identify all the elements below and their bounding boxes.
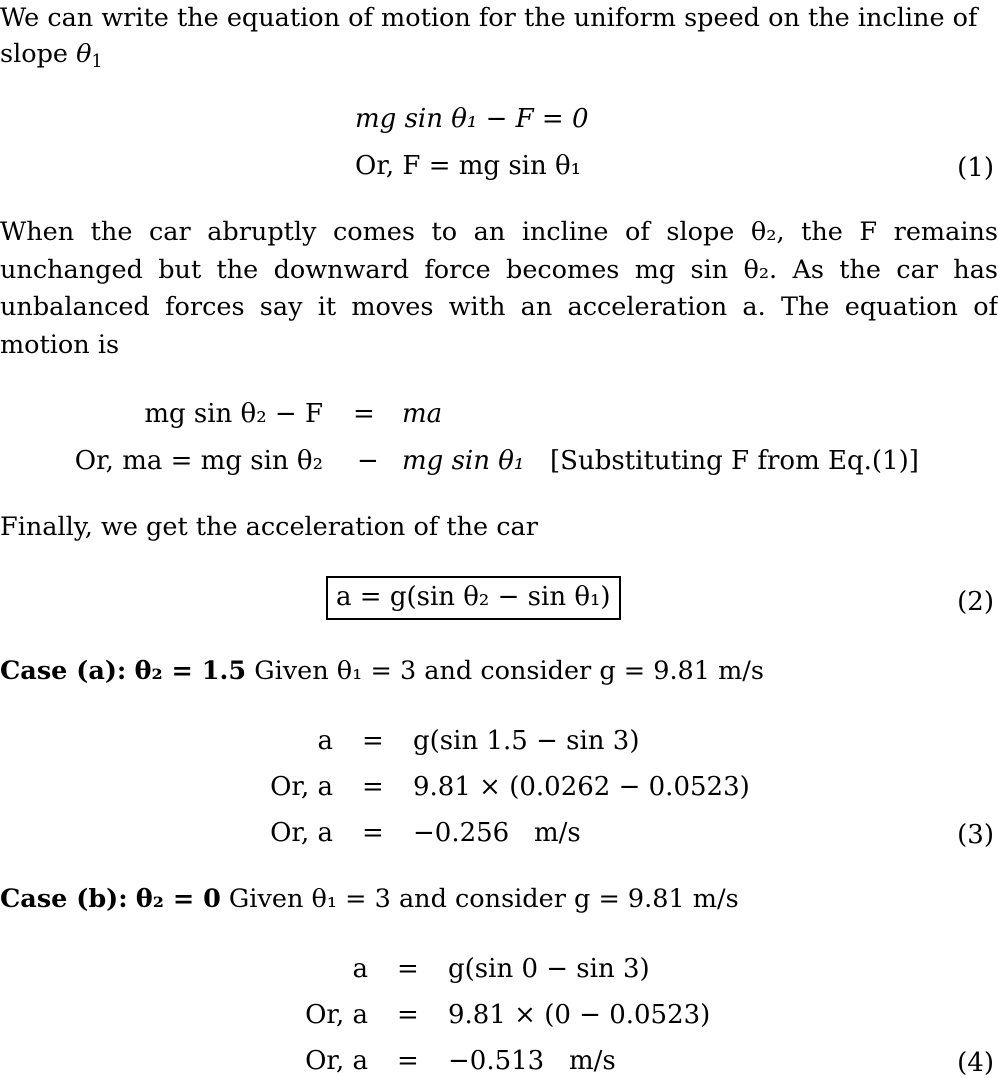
case-a-row-1-rel: = — [362, 726, 384, 756]
eq1-row-2: Or, F = mg sin θ₁ — [355, 151, 582, 181]
motion-row-2-rel: − — [357, 446, 379, 476]
eq3-number: (3) — [957, 820, 994, 850]
motion-row-1-lhs: mg sin θ₂ − F — [144, 399, 323, 429]
intro-line-2-text: slope — [0, 39, 77, 69]
case-b-row-2-rel: = — [397, 1000, 419, 1030]
case-a-row-2-rhs: 9.81 × (0.0262 − 0.0523) — [413, 772, 750, 802]
eq2-box: a = g(sin θ₂ − sin θ₁) — [326, 576, 621, 620]
case-b-row-1-rhs: g(sin 0 − sin 3) — [448, 954, 650, 984]
motion-row-2-lhs: Or, ma = mg sin θ₂ — [74, 446, 323, 476]
eq4-number: (4) — [957, 1048, 994, 1078]
case-b-given: Given θ₁ = 3 and consider g = 9.81 m/s — [228, 884, 739, 914]
case-a-row-3-rhs: −0.256 m/s — [413, 818, 581, 848]
eq1-row-1: mg sin θ₁ − F = 0 — [355, 104, 589, 134]
motion-row-2-rhs: mg sin θ₁ — [402, 446, 525, 476]
case-b-row-3-lhs: Or, a — [305, 1046, 368, 1076]
case-b-row-1-lhs: a — [352, 954, 368, 984]
case-a-row-1-rhs: g(sin 1.5 − sin 3) — [413, 726, 640, 756]
case-a-label: Case (a): — [0, 656, 127, 686]
case-a-row-2-lhs: Or, a — [270, 772, 333, 802]
case-b-row-3-rel: = — [397, 1046, 419, 1076]
motion-row-1-rel: = — [353, 399, 375, 429]
case-a-given: Given θ₁ = 3 and consider g = 9.81 m/s — [254, 656, 764, 686]
case-b-row-2-lhs: Or, a — [305, 1000, 368, 1030]
case-a-row-3-lhs: Or, a — [270, 818, 333, 848]
case-a-heading: Case (a): θ₂ = 1.5 Given θ₁ = 3 and cons… — [0, 656, 764, 686]
paragraph-unbalanced-forces: When the car abruptly comes to an inclin… — [0, 217, 998, 360]
theta-subscript: 1 — [91, 51, 103, 72]
case-a-row-2-rel: = — [362, 772, 384, 802]
case-b-row-1-rel: = — [397, 954, 419, 984]
case-b-label: Case (b): — [0, 884, 128, 914]
case-b-row-3-rhs: −0.513 m/s — [448, 1046, 616, 1076]
case-a-row-1-lhs: a — [317, 726, 333, 756]
eq2-content: a = g(sin θ₂ − sin θ₁) — [326, 576, 621, 620]
theta-symbol: θ — [76, 39, 92, 69]
motion-row-1-rhs: ma — [402, 399, 443, 429]
case-b-heading: Case (b): θ₂ = 0 Given θ₁ = 3 and consid… — [0, 884, 739, 914]
eq1-number: (1) — [957, 153, 994, 183]
intro-line-1: We can write the equation of motion for … — [0, 3, 978, 33]
case-b-condition: θ₂ = 0 — [135, 884, 221, 914]
intro-line-2: slope θ1 — [0, 39, 103, 70]
motion-row-2-note: [Substituting F from Eq.(1)] — [550, 446, 919, 476]
eq2-number: (2) — [957, 587, 994, 617]
paragraph-finally: Finally, we get the acceleration of the … — [0, 512, 538, 542]
case-a-condition: θ₂ = 1.5 — [134, 656, 247, 686]
case-a-row-3-rel: = — [362, 818, 384, 848]
case-b-row-2-rhs: 9.81 × (0 − 0.0523) — [448, 1000, 711, 1030]
